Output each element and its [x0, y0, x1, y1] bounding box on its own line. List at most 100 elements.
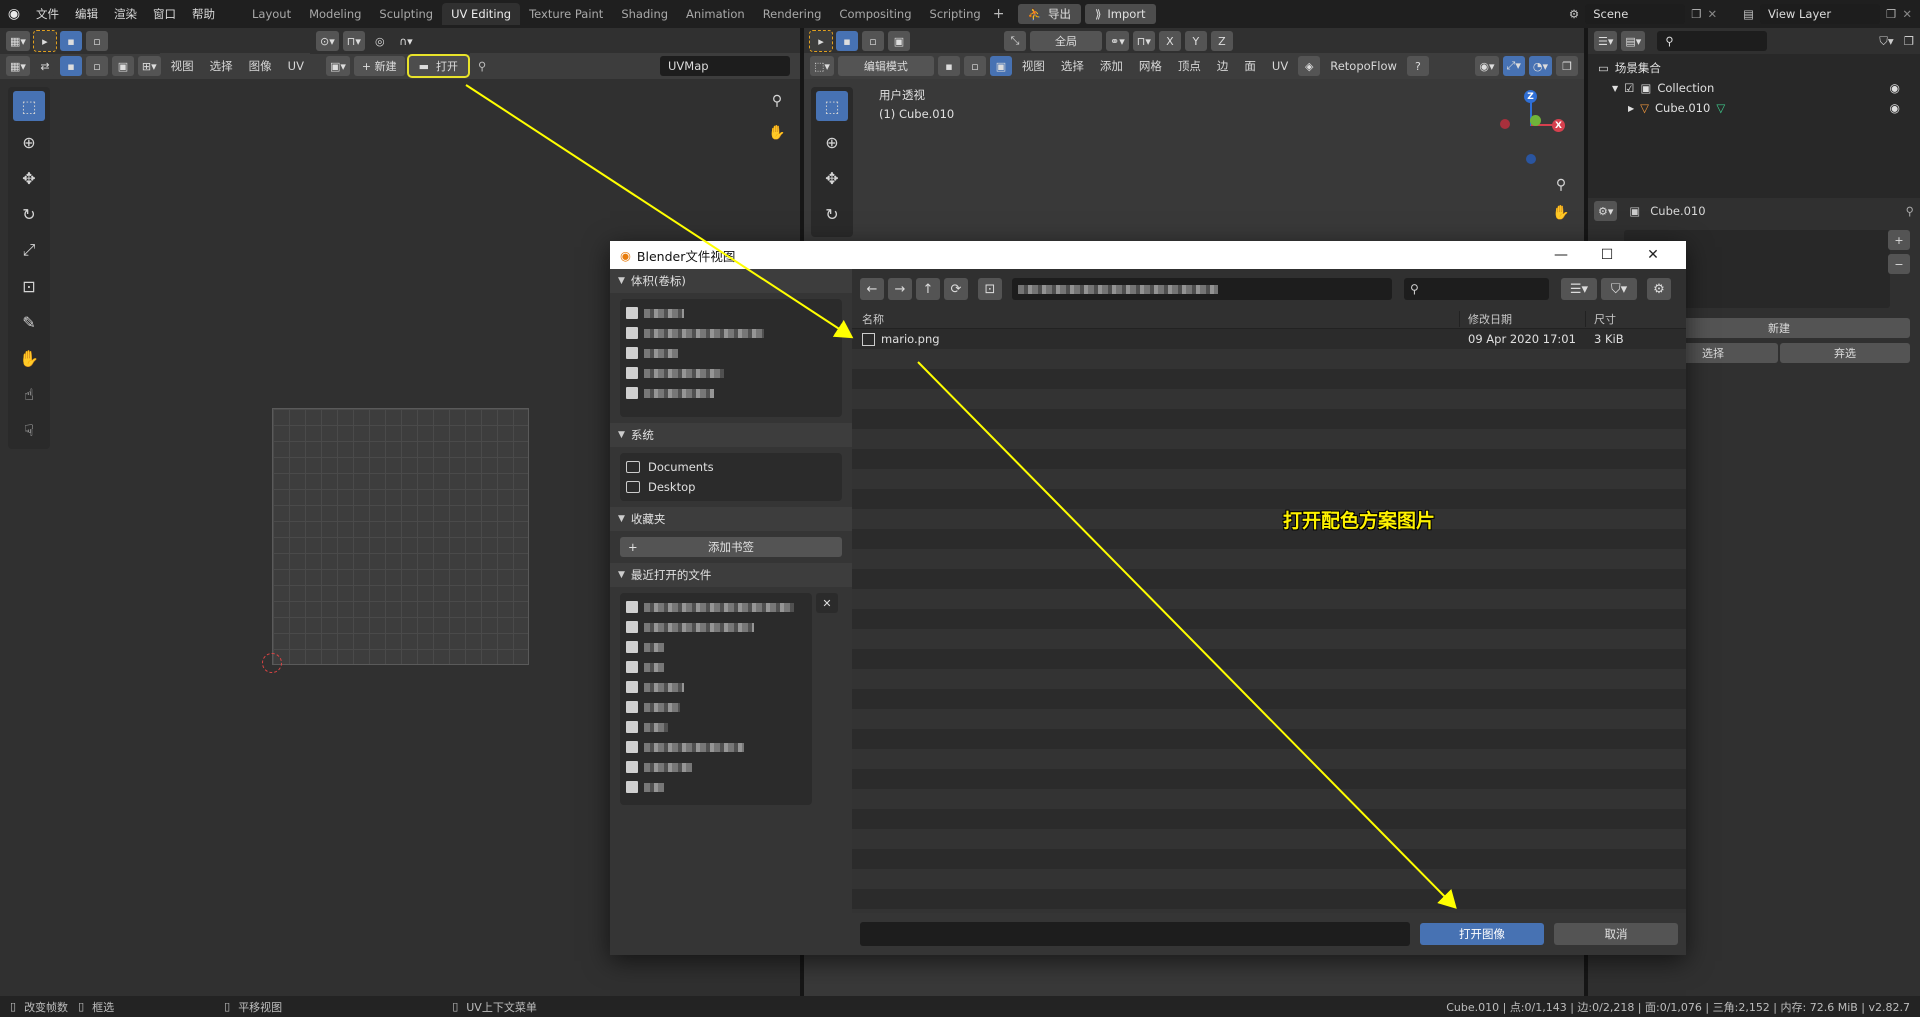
xray-icon[interactable]: ❐: [1556, 56, 1578, 76]
parent-dir-icon[interactable]: ↑: [916, 278, 940, 300]
outliner-type-icon[interactable]: ☰▾: [1594, 31, 1618, 51]
list-item[interactable]: [626, 697, 806, 717]
tab-sculpting[interactable]: Sculpting: [370, 3, 442, 25]
properties-deselect-button[interactable]: 弃选: [1780, 343, 1910, 363]
vp-move-tool-icon[interactable]: ✥: [816, 163, 848, 193]
vp-menu-select[interactable]: 选择: [1055, 58, 1090, 74]
copy-view-layer-icon[interactable]: ❐: [1886, 7, 1896, 21]
view-layer-selector[interactable]: View Layer: [1760, 4, 1881, 24]
cursor-tool-icon[interactable]: ⊕: [13, 127, 45, 157]
uvmap-field[interactable]: UVMap: [660, 56, 790, 76]
orientation-icon[interactable]: ⤡: [1004, 31, 1026, 51]
tab-modeling[interactable]: Modeling: [300, 3, 370, 25]
file-row-mario[interactable]: mario.png 09 Apr 2020 17:01 3 KiB: [852, 329, 1686, 349]
face-mode-icon[interactable]: ▣: [989, 56, 1012, 76]
remove-uvmap-icon[interactable]: −: [1888, 254, 1910, 274]
list-item[interactable]: [626, 597, 806, 617]
gizmo-neg-z[interactable]: [1526, 154, 1536, 164]
gizmo-y-axis[interactable]: [1530, 115, 1541, 126]
list-item[interactable]: [626, 717, 806, 737]
gizmo-z-axis[interactable]: Z: [1524, 90, 1537, 103]
bookmarks-panel-header[interactable]: ▼ 收藏夹: [610, 507, 852, 531]
system-panel-header[interactable]: ▼ 系统: [610, 423, 852, 447]
uv-menu-view[interactable]: 视图: [165, 58, 200, 74]
volumes-panel-header[interactable]: ▼ 体积(卷标): [610, 269, 852, 293]
vp-menu-edge[interactable]: 边: [1211, 58, 1235, 74]
uv-menu-select[interactable]: 选择: [204, 58, 239, 74]
outliner-scene-collection[interactable]: ▭ 场景集合: [1598, 58, 1910, 78]
zoom-icon[interactable]: ⚲: [764, 88, 790, 114]
col-date[interactable]: 修改日期: [1460, 310, 1586, 327]
vp-rotate-tool-icon[interactable]: ↻: [816, 199, 848, 229]
mode-dropdown[interactable]: 编辑模式: [837, 56, 934, 76]
snap-icon[interactable]: ⊓▾: [342, 31, 365, 51]
list-item[interactable]: [626, 617, 806, 637]
recent-list[interactable]: [620, 593, 812, 805]
list-item[interactable]: [626, 657, 806, 677]
menu-render[interactable]: 渲染: [106, 0, 145, 28]
editor-type-icon[interactable]: ▦▾: [6, 56, 30, 76]
uv-menu-image[interactable]: 图像: [243, 58, 278, 74]
viewport-pivot-icon[interactable]: ⚭▾: [1106, 31, 1129, 51]
open-image-button[interactable]: ▬ 打开: [406, 54, 471, 78]
eye-icon[interactable]: ◉: [1890, 81, 1900, 95]
menu-window[interactable]: 窗口: [145, 0, 184, 28]
col-size[interactable]: 尺寸: [1586, 311, 1616, 327]
face-select-icon[interactable]: ▣: [111, 56, 134, 76]
falloff-icon[interactable]: ∩▾: [394, 31, 417, 51]
retopoflow-menu[interactable]: RetopoFlow: [1324, 59, 1403, 73]
navigation-gizmo[interactable]: Z X: [1500, 90, 1570, 164]
pivot-icon[interactable]: ⊙▾: [316, 31, 339, 51]
viewport-snap-icon[interactable]: ⊓▾: [1132, 31, 1155, 51]
cancel-button[interactable]: 取消: [1554, 923, 1678, 945]
viewport-select-extend-icon[interactable]: ▫: [862, 31, 884, 51]
open-image-confirm-button[interactable]: 打开图像: [1420, 923, 1544, 945]
expand-icon[interactable]: ▼: [1612, 84, 1618, 93]
edge-mode-icon[interactable]: ▫: [963, 56, 986, 76]
back-icon[interactable]: ←: [860, 278, 884, 300]
export-button[interactable]: ⛹ 导出: [1017, 4, 1081, 24]
clear-recent-icon[interactable]: ✕: [816, 593, 838, 613]
image-browse-icon[interactable]: ▣▾: [325, 56, 350, 76]
filter-icon[interactable]: ⛉▾: [1601, 278, 1637, 300]
move-tool-icon[interactable]: ✥: [13, 163, 45, 193]
add-uvmap-icon[interactable]: +: [1888, 230, 1910, 250]
properties-new-button[interactable]: 新建: [1648, 318, 1910, 338]
tab-shading[interactable]: Shading: [612, 3, 677, 25]
pinch-tool-icon[interactable]: ☟: [13, 415, 45, 445]
list-item[interactable]: [626, 737, 806, 757]
select-box-tool-icon[interactable]: ▸: [32, 30, 57, 52]
menu-help[interactable]: 帮助: [184, 0, 223, 28]
menu-file[interactable]: 文件: [28, 0, 67, 28]
annotate-tool-icon[interactable]: ✎: [13, 307, 45, 337]
rotate-tool-icon[interactable]: ↻: [13, 199, 45, 229]
select-extend-icon[interactable]: ▫: [85, 31, 108, 51]
properties-type-icon[interactable]: ⚙▾: [1594, 201, 1618, 221]
new-collection-icon[interactable]: ❐: [1904, 34, 1914, 48]
outliner-object[interactable]: ▶ ▽ Cube.010 ▽ ◉: [1598, 98, 1910, 118]
tab-animation[interactable]: Animation: [677, 3, 754, 25]
overlay-toggle-icon[interactable]: ◔▾: [1528, 56, 1552, 76]
outliner-filter-icon[interactable]: ⛉▾: [1879, 34, 1893, 49]
add-workspace-icon[interactable]: +: [990, 5, 1008, 23]
new-folder-icon[interactable]: ⊡: [978, 278, 1002, 300]
vp-menu-add[interactable]: 添加: [1094, 58, 1129, 74]
viewport-select-subtract-icon[interactable]: ▣: [888, 31, 910, 51]
outliner-collection[interactable]: ▼ ☑ ▣ Collection ◉: [1598, 78, 1910, 98]
grab-tool-icon[interactable]: ✋: [13, 343, 45, 373]
filename-field[interactable]: [860, 922, 1410, 946]
menu-edit[interactable]: 编辑: [67, 0, 106, 28]
vp-menu-view[interactable]: 视图: [1016, 58, 1051, 74]
help-icon[interactable]: ?: [1406, 56, 1429, 76]
vertex-select-icon[interactable]: ▪: [59, 56, 82, 76]
copy-scene-icon[interactable]: ❐: [1691, 7, 1701, 21]
system-item-documents[interactable]: Documents: [626, 457, 836, 477]
vp-zoom-icon[interactable]: ⚲: [1548, 172, 1574, 198]
path-field[interactable]: [1012, 278, 1392, 300]
transform-tool-icon[interactable]: ⊡: [13, 271, 45, 301]
tab-rendering[interactable]: Rendering: [754, 3, 831, 25]
volumes-list[interactable]: [620, 299, 842, 417]
close-icon[interactable]: ✕: [1630, 241, 1676, 269]
vp-cursor-tool-icon[interactable]: ⊕: [816, 127, 848, 157]
maximize-icon[interactable]: ☐: [1584, 241, 1630, 269]
